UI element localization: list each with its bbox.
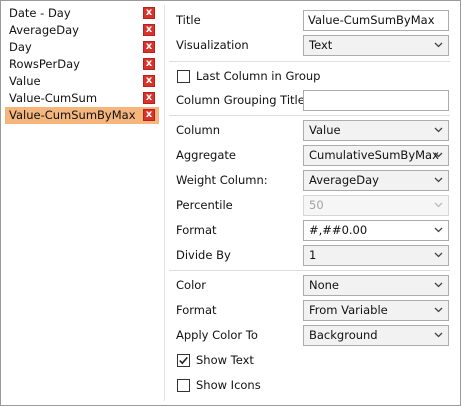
last-column-label: Last Column in Group <box>196 69 321 83</box>
checkmark-icon <box>179 356 188 365</box>
apply-color-row: Apply Color To Background <box>176 324 450 348</box>
weight-column-select[interactable]: AverageDay <box>303 170 449 191</box>
title-row: Title Value-CumSumByMax <box>176 9 450 33</box>
column-list-item-label: RowsPerDay <box>9 57 80 71</box>
apply-color-value: Background <box>309 328 378 342</box>
section-divider <box>169 61 450 62</box>
delete-column-button[interactable]: x <box>143 7 155 19</box>
aggregate-value: CumulativeSumByMax <box>309 148 439 162</box>
apply-color-label: Apply Color To <box>176 328 258 342</box>
column-editor-window: Date - Day x AverageDay x Day x RowsPerD… <box>0 0 461 406</box>
color-format-row: Format From Variable <box>176 299 450 323</box>
color-format-select[interactable]: From Variable <box>303 300 449 321</box>
column-list-item[interactable]: Day x <box>5 39 159 56</box>
grouping-title-row: Column Grouping Title <box>176 89 450 113</box>
chevron-down-icon <box>434 127 443 133</box>
column-list-item[interactable]: Value x <box>5 73 159 90</box>
color-select[interactable]: None <box>303 275 449 296</box>
title-input[interactable]: Value-CumSumByMax <box>303 10 449 31</box>
delete-column-button[interactable]: x <box>143 41 155 53</box>
delete-column-button[interactable]: x <box>143 58 155 70</box>
column-list-item-label: Value-CumSumByMax <box>9 108 136 122</box>
column-row: Column Value <box>176 119 450 143</box>
chevron-down-icon <box>434 42 443 48</box>
column-list-item-label: Value-CumSum <box>9 91 98 105</box>
show-icons-checkbox[interactable] <box>177 379 190 392</box>
chevron-down-icon <box>434 332 443 338</box>
column-list-item-label: AverageDay <box>9 23 79 37</box>
divide-by-select[interactable]: 1 <box>303 245 449 266</box>
column-list: Date - Day x AverageDay x Day x RowsPerD… <box>5 5 159 124</box>
color-format-label: Format <box>176 303 217 317</box>
column-label: Column <box>176 123 221 137</box>
chevron-down-icon <box>434 202 443 208</box>
weight-column-value: AverageDay <box>309 173 379 187</box>
show-icons-label: Show Icons <box>196 378 261 392</box>
grouping-title-input[interactable] <box>303 90 449 111</box>
divide-by-row: Divide By 1 <box>176 244 450 268</box>
column-list-item-selected[interactable]: Value-CumSumByMax x <box>5 107 159 124</box>
chevron-down-icon <box>434 177 443 183</box>
percentile-select: 50 <box>303 195 449 216</box>
chevron-down-icon <box>434 282 443 288</box>
visualization-value: Text <box>309 38 333 52</box>
format-value: #,##0.00 <box>309 223 368 237</box>
divide-by-value: 1 <box>309 248 317 262</box>
delete-column-button[interactable]: x <box>143 75 155 87</box>
color-row: Color None <box>176 274 450 298</box>
column-list-item[interactable]: Date - Day x <box>5 5 159 22</box>
format-combo[interactable]: #,##0.00 <box>303 220 449 241</box>
aggregate-row: Aggregate CumulativeSumByMax <box>176 144 450 168</box>
column-list-item[interactable]: RowsPerDay x <box>5 56 159 73</box>
format-label: Format <box>176 223 217 237</box>
visualization-label: Visualization <box>176 38 249 52</box>
weight-column-row: Weight Column: AverageDay <box>176 169 450 193</box>
weight-column-label: Weight Column: <box>176 173 268 187</box>
section-divider <box>169 115 450 116</box>
panel-divider <box>164 5 165 401</box>
column-list-item-label: Date - Day <box>9 6 71 20</box>
chevron-down-icon <box>434 307 443 313</box>
aggregate-label: Aggregate <box>176 148 236 162</box>
format-row: Format #,##0.00 <box>176 219 450 243</box>
delete-column-button[interactable]: x <box>143 92 155 104</box>
title-label: Title <box>176 13 201 27</box>
chevron-down-icon <box>434 227 443 233</box>
column-list-item-label: Day <box>9 40 32 54</box>
color-label: Color <box>176 278 207 292</box>
chevron-down-icon <box>434 152 443 158</box>
grouping-title-label: Column Grouping Title <box>176 93 305 107</box>
column-select[interactable]: Value <box>303 120 449 141</box>
section-divider <box>169 270 450 271</box>
delete-column-button[interactable]: x <box>143 109 155 121</box>
aggregate-select[interactable]: CumulativeSumByMax <box>303 145 449 166</box>
column-list-item[interactable]: Value-CumSum x <box>5 90 159 107</box>
show-text-label: Show Text <box>196 353 254 367</box>
last-column-checkbox[interactable] <box>177 70 190 83</box>
color-value: None <box>309 278 340 292</box>
percentile-row: Percentile 50 <box>176 194 450 218</box>
color-format-value: From Variable <box>309 303 388 317</box>
column-list-item[interactable]: AverageDay x <box>5 22 159 39</box>
show-text-checkbox[interactable] <box>177 354 190 367</box>
column-list-item-label: Value <box>9 74 41 88</box>
column-value: Value <box>309 123 341 137</box>
visualization-row: Visualization Text <box>176 34 450 58</box>
percentile-label: Percentile <box>176 198 233 212</box>
delete-column-button[interactable]: x <box>143 24 155 36</box>
apply-color-select[interactable]: Background <box>303 325 449 346</box>
divide-by-label: Divide By <box>176 248 231 262</box>
chevron-down-icon <box>434 252 443 258</box>
percentile-value: 50 <box>309 198 324 212</box>
visualization-select[interactable]: Text <box>303 35 449 56</box>
